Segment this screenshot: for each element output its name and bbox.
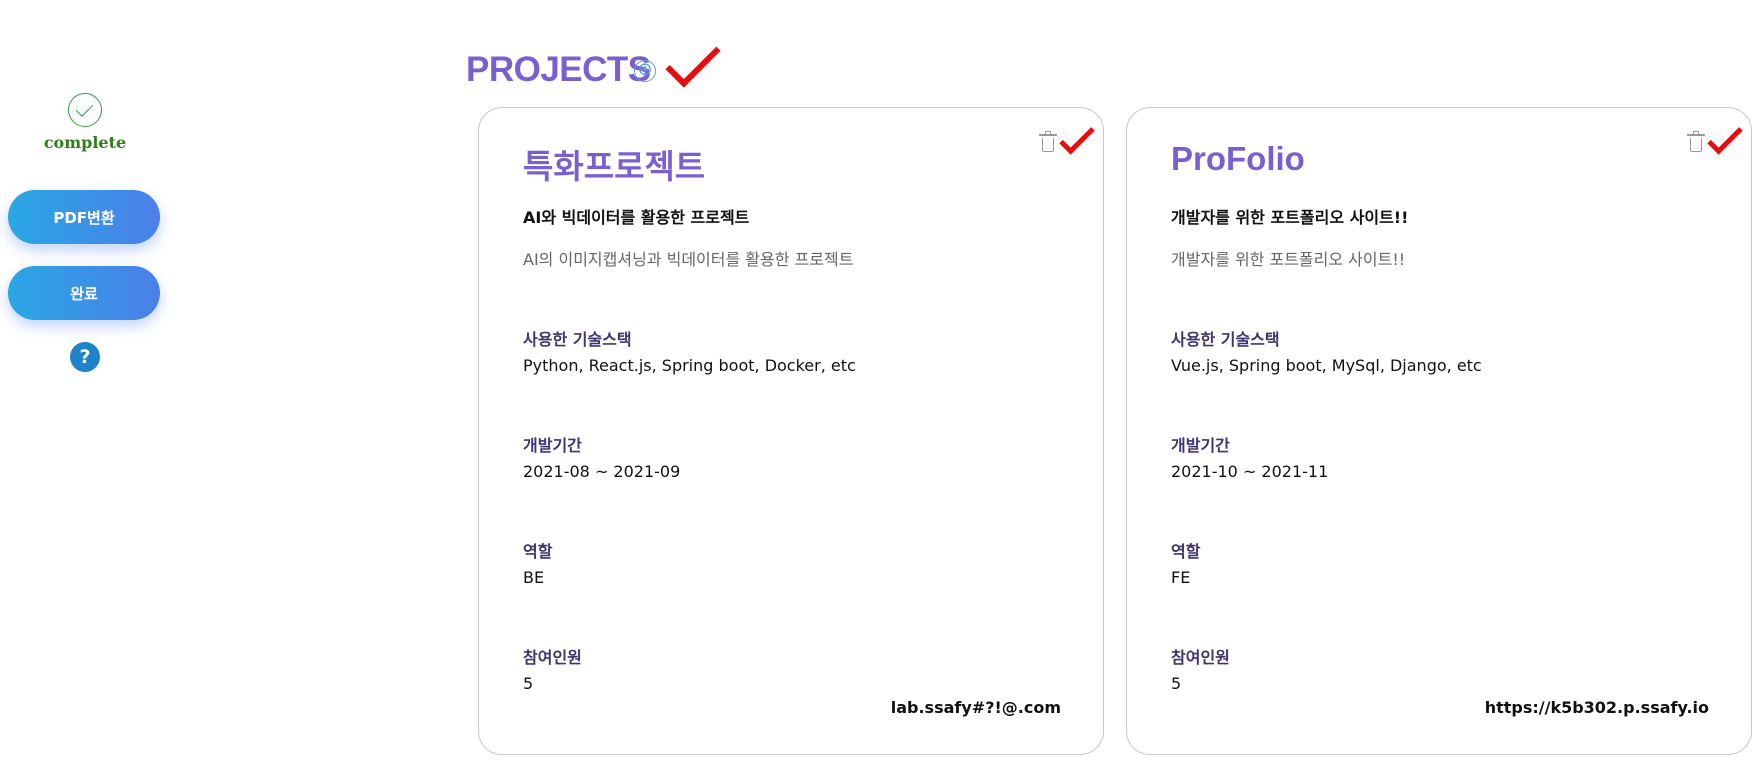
field-value: 2021-08 ~ 2021-09 <box>523 462 681 481</box>
project-title: 특화프로젝트 <box>523 148 706 185</box>
members-field: 참여인원 5 <box>523 644 582 693</box>
pdf-convert-button[interactable]: PDF변환 <box>8 190 160 244</box>
field-label: 개발기간 <box>523 436 582 455</box>
field-value: 5 <box>1171 674 1182 693</box>
project-link[interactable]: https://k5b302.p.ssafy.io <box>1485 698 1709 717</box>
trash-icon[interactable] <box>1039 131 1057 152</box>
role-field: 역할 FE <box>1171 538 1200 587</box>
field-label: 역할 <box>1171 542 1201 561</box>
project-description: AI의 이미지캡셔닝과 빅데이터를 활용한 프로젝트 <box>523 250 854 269</box>
field-value: Vue.js, Spring boot, MySql, Django, etc <box>1171 356 1482 375</box>
field-label: 사용한 기술스택 <box>523 330 632 349</box>
sidebar: complete PDF변환 완료 ? <box>0 0 170 771</box>
project-link[interactable]: lab.ssafy#?!@.com <box>891 698 1061 717</box>
field-label: 참여인원 <box>1171 648 1230 667</box>
checkmark-icon[interactable] <box>1059 119 1095 155</box>
field-value: 2021-10 ~ 2021-11 <box>1171 462 1329 481</box>
field-value: FE <box>1171 568 1191 587</box>
check-circle-icon <box>68 93 102 127</box>
project-subtitle: AI와 빅데이터를 활용한 프로젝트 <box>523 208 750 227</box>
project-card: 특화프로젝트 AI와 빅데이터를 활용한 프로젝트 AI의 이미지캡셔닝과 빅데… <box>478 107 1104 755</box>
tech-stack-field: 사용한 기술스택 Vue.js, Spring boot, MySql, Dja… <box>1171 326 1482 375</box>
field-value: 5 <box>523 674 534 693</box>
field-value: Python, React.js, Spring boot, Docker, e… <box>523 356 856 375</box>
checkmark-icon[interactable] <box>665 32 721 88</box>
field-label: 역할 <box>523 542 553 561</box>
help-icon[interactable]: ? <box>70 342 100 372</box>
status-label: complete <box>43 133 127 152</box>
checkmark-icon[interactable] <box>1707 119 1743 155</box>
tech-stack-field: 사용한 기술스택 Python, React.js, Spring boot, … <box>523 326 856 375</box>
project-card: ProFolio 개발자를 위한 포트폴리오 사이트!! 개발자를 위한 포트폴… <box>1126 107 1752 755</box>
project-description: 개발자를 위한 포트폴리오 사이트!! <box>1171 250 1406 269</box>
project-subtitle: 개발자를 위한 포트폴리오 사이트!! <box>1171 208 1409 227</box>
status-complete: complete <box>42 93 128 152</box>
period-field: 개발기간 2021-08 ~ 2021-09 <box>523 432 680 481</box>
trash-icon[interactable] <box>1687 131 1705 152</box>
field-value: BE <box>523 568 545 587</box>
field-label: 사용한 기술스택 <box>1171 330 1280 349</box>
role-field: 역할 BE <box>523 538 552 587</box>
page-title: PROJECTS <box>466 50 651 89</box>
period-field: 개발기간 2021-10 ~ 2021-11 <box>1171 432 1328 481</box>
add-project-icon[interactable]: ⊕ <box>634 60 656 82</box>
members-field: 참여인원 5 <box>1171 644 1230 693</box>
project-title: ProFolio <box>1171 140 1305 177</box>
field-label: 개발기간 <box>1171 436 1230 455</box>
complete-button[interactable]: 완료 <box>8 266 160 320</box>
field-label: 참여인원 <box>523 648 582 667</box>
